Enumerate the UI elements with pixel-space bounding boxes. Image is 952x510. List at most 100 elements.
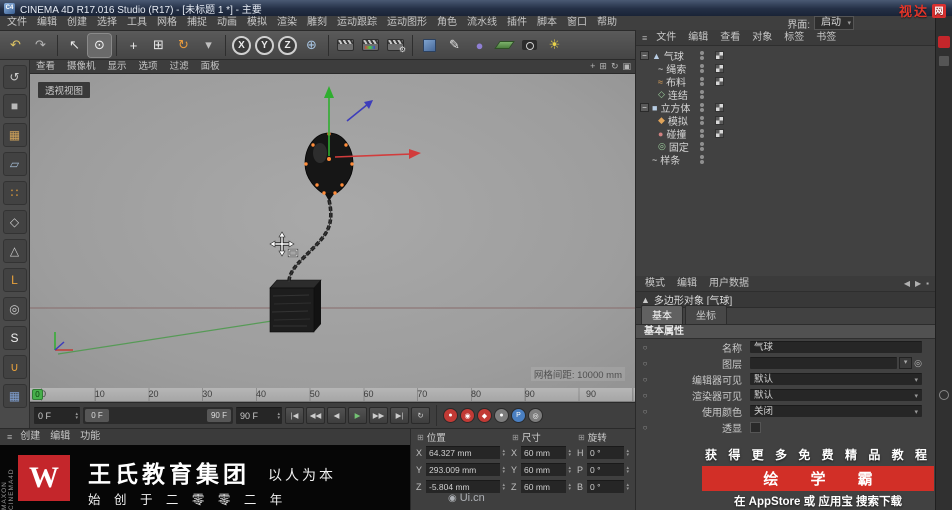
visibility-dot-bottom[interactable] xyxy=(700,160,704,164)
menubar-item-8[interactable]: 模拟 xyxy=(242,16,272,30)
timeline-ruler[interactable]: 0 10 20 30 40 50 60 70 80 90 90 0 xyxy=(30,388,635,402)
visibility-dots[interactable] xyxy=(700,116,704,125)
menubar-item-0[interactable]: 文件 xyxy=(2,16,32,30)
text-input[interactable]: 气球 xyxy=(750,341,922,353)
menubar-item-3[interactable]: 选择 xyxy=(92,16,122,30)
visibility-dot-top[interactable] xyxy=(700,116,704,120)
visibility-dot-bottom[interactable] xyxy=(700,121,704,125)
viewport-menu-1[interactable]: 摄像机 xyxy=(61,60,102,74)
points-mode-icon[interactable]: ∷ xyxy=(2,180,27,205)
viewport-menu-5[interactable]: 面板 xyxy=(195,60,226,74)
texture-tag-icon[interactable] xyxy=(715,129,724,138)
goto-end-button[interactable]: ▶| xyxy=(390,407,409,424)
coord-value-input[interactable]: 60 mm xyxy=(521,446,567,459)
spinner-down-icon[interactable]: ▾ xyxy=(277,416,280,421)
record-keyframe-button[interactable]: ● xyxy=(443,408,458,423)
axis-mode-icon[interactable]: L xyxy=(2,267,27,292)
spinner-icon[interactable]: ▴ ▾ xyxy=(626,448,629,457)
tab-1[interactable]: 坐标 xyxy=(685,305,727,324)
dropdown-select[interactable]: 默认 ▾ xyxy=(750,389,922,401)
magnet-icon[interactable]: ∪ xyxy=(2,354,27,379)
render-view-icon[interactable] xyxy=(334,34,357,57)
end-frame-field[interactable]: 90 F ▴ ▾ xyxy=(236,407,282,424)
animation-dot-icon[interactable]: ○ xyxy=(640,359,650,368)
viewport-menu-3[interactable]: 选项 xyxy=(133,60,164,74)
target-icon[interactable]: ◎ xyxy=(914,358,922,369)
viewport-menu-0[interactable]: 查看 xyxy=(30,60,61,74)
spinner-icon[interactable]: ▴ ▾ xyxy=(568,448,571,457)
goto-start-button[interactable]: |◀ xyxy=(285,407,304,424)
lock-icon[interactable]: ▪ xyxy=(926,279,929,288)
visibility-dot-bottom[interactable] xyxy=(700,82,704,86)
checkbox-unchecked[interactable] xyxy=(750,421,761,433)
loop-button[interactable]: ↻ xyxy=(411,407,430,424)
visibility-dot-bottom[interactable] xyxy=(700,56,704,60)
lock-z-button[interactable]: Z xyxy=(278,35,297,55)
object-manager-menu-1[interactable]: 编辑 xyxy=(682,31,714,45)
floor-icon[interactable] xyxy=(493,34,516,57)
dropdown-select[interactable]: 关闭 ▾ xyxy=(750,405,922,417)
visibility-dot-top[interactable] xyxy=(700,64,704,68)
visibility-dot-top[interactable] xyxy=(700,142,704,146)
menubar-item-14[interactable]: 流水线 xyxy=(462,16,502,30)
visibility-dot-top[interactable] xyxy=(700,90,704,94)
animation-dot-icon[interactable]: ○ xyxy=(640,343,650,352)
undo-icon[interactable]: ↶ xyxy=(4,34,27,57)
rotate-view-icon[interactable]: ↻ xyxy=(611,61,619,72)
menubar-item-16[interactable]: 脚本 xyxy=(532,16,562,30)
visibility-dots[interactable] xyxy=(700,103,704,112)
menubar-item-4[interactable]: 工具 xyxy=(122,16,152,30)
attributes-menu-1[interactable]: 编辑 xyxy=(671,277,703,291)
primitive-cube-icon[interactable] xyxy=(418,34,441,57)
coord-value-input[interactable]: 0 ° xyxy=(587,463,625,476)
coord-system-icon[interactable]: ⊕ xyxy=(300,34,323,57)
select-tool-icon[interactable]: ↖ xyxy=(63,34,86,57)
move-tool-icon[interactable]: + xyxy=(122,34,145,57)
live-selection-icon[interactable]: ⊙ xyxy=(87,32,112,58)
object-manager-menu-3[interactable]: 对象 xyxy=(746,31,778,45)
spinner-icon[interactable]: ▴ ▾ xyxy=(568,482,571,491)
solo-animation-button[interactable]: ◎ xyxy=(528,408,543,423)
toggle-view-icon[interactable]: ▣ xyxy=(622,61,631,72)
workplane-mode-icon[interactable]: ▱ xyxy=(2,151,27,176)
timeline-range-slider[interactable]: 0 F 90 F xyxy=(83,407,233,424)
edges-mode-icon[interactable]: ◇ xyxy=(2,209,27,234)
spinner-icon[interactable]: ▴ ▾ xyxy=(502,482,505,491)
next-frame-button[interactable]: ▶▶ xyxy=(369,407,388,424)
materials-menu-1[interactable]: 编辑 xyxy=(45,430,75,444)
visibility-dot-top[interactable] xyxy=(700,51,704,55)
redo-icon[interactable]: ↷ xyxy=(29,34,52,57)
timeline-playhead[interactable]: 0 xyxy=(32,389,43,400)
visibility-dot-bottom[interactable] xyxy=(700,147,704,151)
spinner-icon[interactable]: ▴ ▾ xyxy=(502,448,505,457)
dropdown-select[interactable]: 默认 ▾ xyxy=(750,373,922,385)
animation-dot-icon[interactable]: ○ xyxy=(640,423,650,432)
record-position-button[interactable]: ◆ xyxy=(477,408,492,423)
animation-dot-icon[interactable]: ○ xyxy=(640,407,650,416)
spinner-icon[interactable]: ▴ ▾ xyxy=(626,465,629,474)
snap-mode-icon[interactable]: S xyxy=(2,325,27,350)
visibility-dots[interactable] xyxy=(700,77,704,86)
coord-value-input[interactable]: 64.327 mm xyxy=(426,446,501,459)
viewport-solo-icon[interactable]: ◎ xyxy=(2,296,27,321)
menubar-item-17[interactable]: 窗口 xyxy=(562,16,592,30)
menubar-item-18[interactable]: 帮助 xyxy=(592,16,622,30)
visibility-dots[interactable] xyxy=(700,51,704,60)
spinner-down-icon[interactable]: ▾ xyxy=(75,416,78,421)
light-icon[interactable]: ☀ xyxy=(543,34,566,57)
range-end-handle[interactable]: 90 F xyxy=(207,409,231,422)
object-manager-menu-0[interactable]: 文件 xyxy=(650,31,682,45)
interface-dropdown[interactable]: 启动 ▾ xyxy=(814,16,854,30)
autokey-button[interactable]: ◉ xyxy=(460,408,475,423)
attributes-menu-2[interactable]: 用户数据 xyxy=(703,277,755,291)
prev-key-button[interactable]: ◀◀ xyxy=(306,407,325,424)
tab-0[interactable]: 基本 xyxy=(641,305,683,324)
render-settings-icon[interactable]: ⚙ xyxy=(384,34,407,57)
menubar-item-2[interactable]: 创建 xyxy=(62,16,92,30)
make-editable-icon[interactable]: ↺ xyxy=(2,64,27,89)
visibility-dot-bottom[interactable] xyxy=(700,95,704,99)
pan-view-icon[interactable]: + xyxy=(590,61,595,72)
lock-y-button[interactable]: Y xyxy=(255,35,274,55)
viewport-menu-2[interactable]: 显示 xyxy=(102,60,133,74)
back-icon[interactable]: ◀ xyxy=(904,279,910,288)
